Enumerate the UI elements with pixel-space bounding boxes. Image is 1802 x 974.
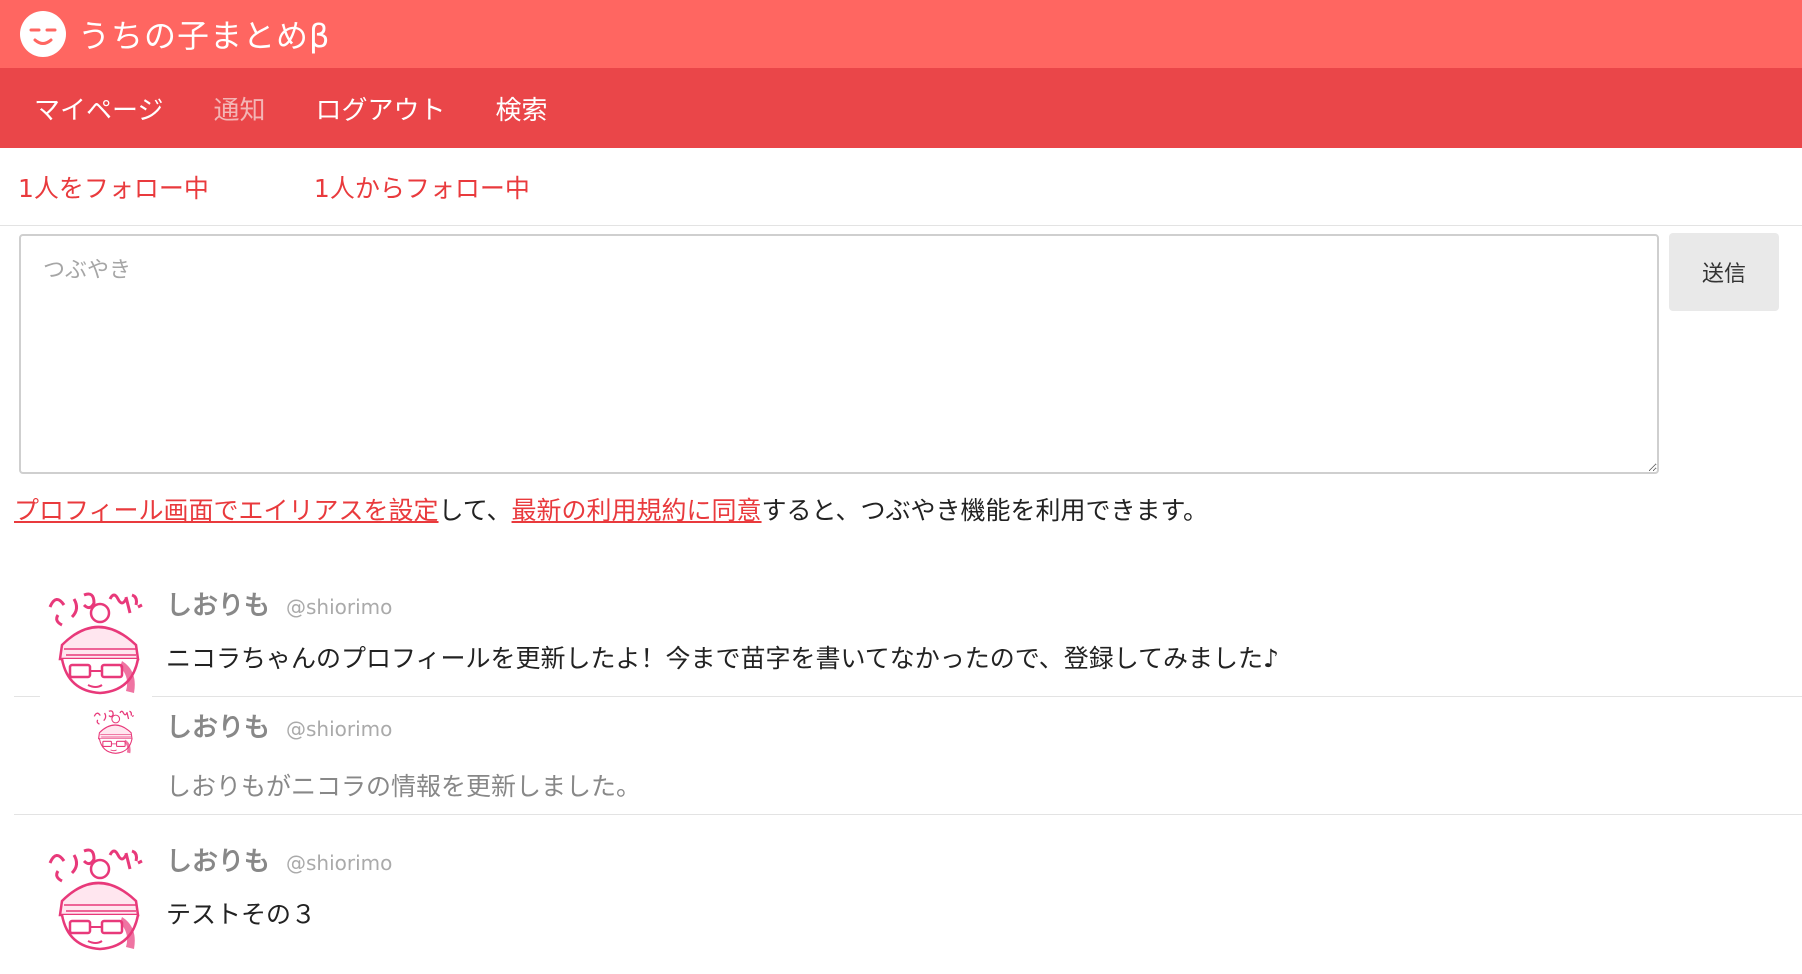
avatar-illustration-icon[interactable] xyxy=(40,585,152,697)
following-link[interactable]: 1人をフォロー中 xyxy=(18,169,209,205)
main-nav: マイページ 通知 ログアウト 検索 xyxy=(0,68,1802,148)
user-handle: @shiorimo xyxy=(286,717,393,741)
notice-text-1: して、 xyxy=(438,496,512,525)
nav-search[interactable]: 検索 xyxy=(496,90,548,127)
site-title[interactable]: うちの子まとめβ xyxy=(78,11,330,57)
timeline-post: しおりも @shiorimo ニコラちゃんのプロフィールを更新したよ！今まで苗字… xyxy=(14,559,1802,697)
usage-notice: プロフィール画面でエイリアスを設定して、最新の利用規約に同意すると、つぶやき機能… xyxy=(0,471,1802,559)
avatar-illustration-icon[interactable] xyxy=(40,841,152,953)
display-name[interactable]: しおりも xyxy=(166,585,270,622)
follow-stats: 1人をフォロー中 1人からフォロー中 xyxy=(0,148,1802,226)
nav-mypage[interactable]: マイページ xyxy=(34,90,163,127)
profile-alias-link[interactable]: プロフィール画面でエイリアスを設定 xyxy=(14,496,439,525)
notice-text-2: すると、つぶやき機能を利用できます。 xyxy=(761,496,1209,525)
avatar-illustration-icon[interactable] xyxy=(90,707,138,755)
send-button[interactable]: 送信 xyxy=(1669,233,1779,311)
tweet-input[interactable] xyxy=(19,234,1659,474)
display-name[interactable]: しおりも xyxy=(166,841,270,878)
timeline-post: しおりも @shiorimo テストその３ xyxy=(14,815,1802,955)
smiley-face-icon[interactable] xyxy=(18,9,68,59)
post-header: しおりも @shiorimo xyxy=(166,841,392,878)
post-text: テストその３ xyxy=(166,900,317,929)
display-name[interactable]: しおりも xyxy=(166,707,270,744)
timeline-post: しおりも @shiorimo しおりもがニコラの情報を更新しました。 xyxy=(14,697,1802,815)
terms-link[interactable]: 最新の利用規約に同意 xyxy=(512,496,762,525)
post-header: しおりも @shiorimo xyxy=(166,707,392,744)
user-handle: @shiorimo xyxy=(286,851,393,875)
post-header: しおりも @shiorimo xyxy=(166,585,392,622)
top-header: うちの子まとめβ xyxy=(0,0,1802,68)
followers-link[interactable]: 1人からフォロー中 xyxy=(314,169,530,205)
compose-area: 送信 xyxy=(0,226,1802,474)
post-text: ニコラちゃんのプロフィールを更新したよ！今まで苗字を書いてなかったので、登録して… xyxy=(166,644,1279,673)
nav-notifications[interactable]: 通知 xyxy=(213,90,265,127)
nav-logout[interactable]: ログアウト xyxy=(316,90,446,127)
user-handle: @shiorimo xyxy=(286,595,393,619)
post-text: しおりもがニコラの情報を更新しました。 xyxy=(166,772,642,801)
